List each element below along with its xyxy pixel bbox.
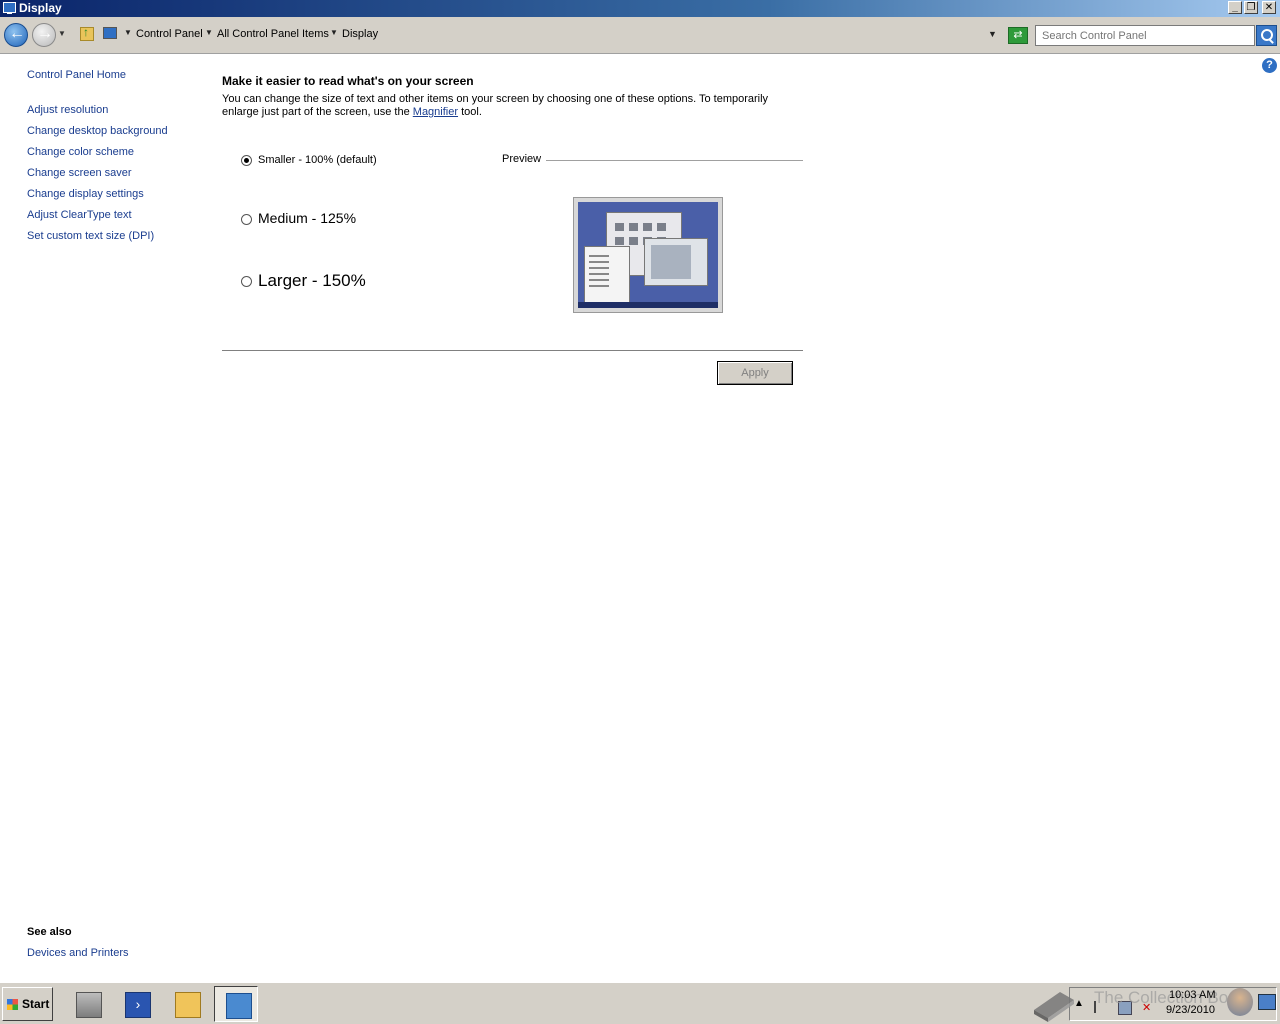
chevron-down-icon[interactable]: ▼ — [205, 28, 213, 37]
restore-button[interactable]: ❐ — [1244, 1, 1258, 14]
preview-window-list — [584, 246, 630, 304]
search-input[interactable] — [1035, 25, 1255, 46]
option-medium[interactable]: Medium - 125% — [241, 210, 356, 226]
page-title: Make it easier to read what's on your sc… — [222, 74, 474, 88]
option-smaller-label: Smaller - 100% (default) — [258, 154, 377, 166]
apply-button[interactable]: Apply — [717, 361, 793, 385]
breadcrumb-control-panel[interactable]: Control Panel — [136, 28, 203, 40]
chevron-down-icon[interactable]: ▼ — [124, 28, 132, 37]
title-bar: Display _ ❐ ✕ — [0, 0, 1280, 17]
sidebar-item-color-scheme[interactable]: Change color scheme — [27, 146, 134, 158]
show-desktop-button[interactable] — [1258, 994, 1276, 1010]
navigation-bar: ▼ ▼ Control Panel ▼ All Control Panel It… — [0, 17, 1280, 54]
preview-image — [573, 197, 723, 313]
taskbar: Start › ▲ ✕ — [0, 982, 1280, 1024]
sidebar-control-panel-home[interactable]: Control Panel Home — [27, 69, 126, 81]
back-button[interactable] — [4, 23, 28, 47]
powershell-icon: › — [125, 992, 151, 1018]
clock-time[interactable]: 10:03 AM — [1169, 989, 1215, 1001]
preview-divider — [546, 160, 803, 161]
help-icon[interactable]: ? — [1262, 58, 1277, 73]
display-app-icon — [3, 2, 16, 14]
start-label: Start — [22, 997, 50, 1011]
up-folder-icon[interactable] — [80, 25, 94, 41]
user-avatar[interactable] — [1227, 988, 1253, 1016]
preview-desktop — [578, 202, 718, 308]
minimize-button[interactable]: _ — [1228, 1, 1242, 14]
sidebar-item-adjust-resolution[interactable]: Adjust resolution — [27, 104, 108, 116]
address-bar[interactable]: ▼ Control Panel ▼ All Control Panel Item… — [100, 24, 1004, 46]
see-also-heading: See also — [27, 926, 72, 938]
chevron-down-icon[interactable]: ▼ — [330, 28, 338, 37]
server-manager-icon — [76, 992, 102, 1018]
close-button[interactable]: ✕ — [1262, 1, 1276, 14]
clock-date[interactable]: 9/23/2010 — [1166, 1004, 1215, 1016]
window-title: Display — [19, 1, 62, 15]
breadcrumb-display[interactable]: Display — [342, 28, 378, 40]
watermark-book-icon — [1034, 992, 1074, 1022]
sidebar-item-cleartype[interactable]: Adjust ClearType text — [27, 209, 132, 221]
page-description: You can change the size of text and othe… — [222, 93, 802, 119]
preview-taskbar — [578, 302, 718, 308]
forward-button[interactable] — [32, 23, 56, 47]
control-panel-display-icon — [226, 993, 252, 1019]
windows-explorer-icon — [175, 992, 201, 1018]
sidebar-item-display-settings[interactable]: Change display settings — [27, 188, 144, 200]
content-divider — [222, 350, 803, 351]
see-also-devices-printers[interactable]: Devices and Printers — [27, 947, 129, 959]
magnifier-link[interactable]: Magnifier — [413, 106, 458, 118]
option-larger-label: Larger - 150% — [258, 271, 366, 290]
sidebar-item-screen-saver[interactable]: Change screen saver — [27, 167, 132, 179]
preview-window-front — [644, 238, 708, 286]
start-button[interactable]: Start — [2, 987, 53, 1021]
taskbar-server-manager[interactable] — [65, 986, 109, 1022]
taskbar-powershell[interactable]: › — [114, 986, 158, 1022]
windows-logo-icon — [7, 999, 18, 1010]
radio-smaller[interactable] — [241, 154, 252, 166]
option-larger[interactable]: Larger - 150% — [241, 271, 366, 291]
radio-medium[interactable] — [241, 213, 252, 225]
refresh-button[interactable]: ⇄ — [1008, 27, 1028, 44]
description-text: You can change the size of text and othe… — [222, 93, 769, 118]
radio-larger[interactable] — [241, 276, 252, 288]
taskbar-explorer[interactable] — [164, 986, 208, 1022]
breadcrumb-all-items[interactable]: All Control Panel Items — [217, 28, 329, 40]
preview-label: Preview — [502, 153, 542, 165]
sidebar-item-desktop-background[interactable]: Change desktop background — [27, 125, 168, 137]
address-dropdown-icon[interactable]: ▼ — [988, 29, 997, 39]
recent-pages-dropdown-icon[interactable]: ▼ — [58, 29, 66, 38]
control-panel-icon — [103, 27, 117, 39]
option-medium-label: Medium - 125% — [258, 210, 357, 226]
option-smaller[interactable]: Smaller - 100% (default) — [241, 154, 377, 166]
taskbar-control-panel-display[interactable] — [214, 986, 258, 1022]
search-icon[interactable] — [1256, 25, 1277, 46]
sidebar-item-custom-dpi[interactable]: Set custom text size (DPI) — [27, 230, 154, 242]
description-text-end: tool. — [458, 106, 482, 118]
